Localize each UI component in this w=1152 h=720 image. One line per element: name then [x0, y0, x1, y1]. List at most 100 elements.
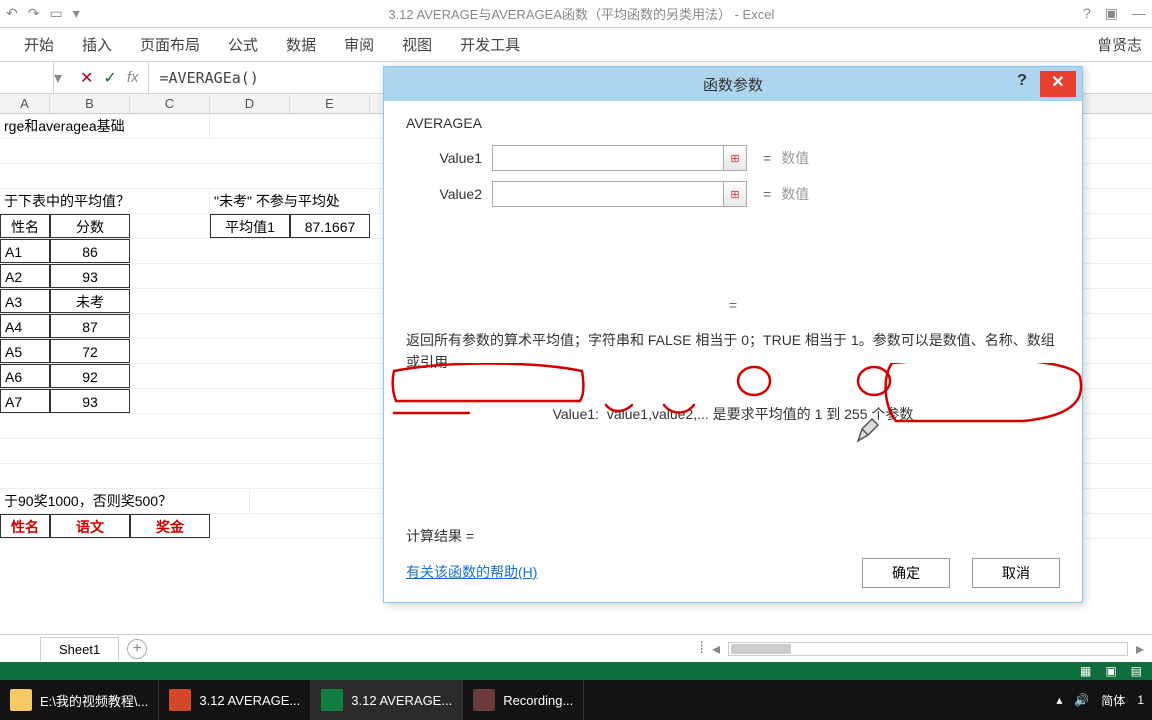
sheet-tab[interactable]: Sheet1 [40, 637, 119, 661]
th[interactable]: 性名 [0, 214, 50, 238]
function-name: AVERAGEA [406, 115, 1060, 131]
annotation-overlay [384, 363, 1084, 435]
taskbar-item-powerpoint[interactable]: 3.12 AVERAGE... [159, 680, 311, 720]
col-d[interactable]: D [210, 94, 290, 113]
ime-language[interactable]: 简体 [1101, 692, 1125, 709]
th[interactable]: 奖金 [130, 514, 210, 538]
cancel-button[interactable]: 取消 [972, 558, 1060, 588]
open-icon[interactable]: ▾ [73, 5, 80, 22]
cell[interactable]: 93 [50, 264, 130, 288]
tray-up-icon[interactable]: ▴ [1056, 693, 1062, 707]
dialog-title: 函数参数 [703, 74, 763, 95]
th[interactable]: 分数 [50, 214, 130, 238]
arg1-refpicker-icon[interactable] [723, 145, 747, 171]
tab-home[interactable]: 开始 [10, 28, 68, 61]
arg1-input[interactable] [492, 145, 724, 171]
tab-pagelayout[interactable]: 页面布局 [126, 28, 214, 61]
ribbon-options-icon[interactable]: ▣ [1105, 5, 1118, 22]
cell-text[interactable]: rge和averagea基础 [0, 114, 210, 138]
tab-data[interactable]: 数据 [272, 28, 330, 61]
cell[interactable]: A5 [0, 339, 50, 363]
cell-text[interactable]: 于90奖1000，否则奖500？ [0, 489, 250, 513]
namebox-dropdown-icon[interactable]: ▾ [54, 68, 70, 88]
cell[interactable]: A6 [0, 364, 50, 388]
cell-text[interactable]: "未考" 不参与平均处 [210, 189, 380, 213]
function-help-link[interactable]: 有关该函数的帮助(H) [406, 562, 537, 582]
tab-review[interactable]: 审阅 [330, 28, 388, 61]
dialog-help-icon[interactable]: ? [1010, 72, 1034, 96]
cell[interactable]: 92 [50, 364, 130, 388]
enter-icon[interactable]: ✓ [103, 68, 116, 88]
dialog-titlebar[interactable]: 函数参数 ? ✕ [384, 67, 1082, 101]
scroll-left-icon[interactable]: ◂ [712, 639, 720, 659]
cell[interactable]: 平均值1 [210, 214, 290, 238]
result-preview-eq: = [406, 297, 1060, 313]
folder-icon [10, 689, 32, 711]
col-c[interactable]: C [130, 94, 210, 113]
clock-time[interactable]: 1 [1137, 693, 1144, 707]
col-e[interactable]: E [290, 94, 370, 113]
scroll-handle-icon[interactable]: ⁞ [699, 640, 703, 658]
tab-view[interactable]: 视图 [388, 28, 446, 61]
window-controls: ? ▣ — [1083, 5, 1146, 22]
eq-sign: = [763, 150, 771, 166]
tab-insert[interactable]: 插入 [68, 28, 126, 61]
arg2-refpicker-icon[interactable] [723, 181, 747, 207]
undo-icon[interactable]: ↶ [6, 5, 18, 22]
fx-icon[interactable]: fx [127, 69, 139, 86]
user-name[interactable]: 曾贤志 [1097, 34, 1142, 55]
ribbon-tabs: 开始 插入 页面布局 公式 数据 审阅 视图 开发工具 曾贤志 [0, 28, 1152, 62]
cell[interactable]: 72 [50, 339, 130, 363]
status-bar: ▦ ▣ ▤ [0, 662, 1152, 680]
function-arguments-dialog: 函数参数 ? ✕ AVERAGEA Value1 = 数值 Value2 = 数… [383, 66, 1083, 603]
col-b[interactable]: B [50, 94, 130, 113]
cell[interactable]: A4 [0, 314, 50, 338]
volume-icon[interactable]: 🔊 [1074, 693, 1089, 707]
col-a[interactable]: A [0, 94, 50, 113]
excel-icon [321, 689, 343, 711]
cell[interactable]: A3 [0, 289, 50, 313]
scroll-right-icon[interactable]: ▸ [1136, 639, 1144, 659]
cell[interactable]: A2 [0, 264, 50, 288]
cell[interactable]: A1 [0, 239, 50, 263]
arg2-input[interactable] [492, 181, 724, 207]
cell[interactable]: A7 [0, 389, 50, 413]
view-normal-icon[interactable]: ▦ [1080, 664, 1091, 678]
sheet-tabs: Sheet1 + ⁞ ◂ ▸ [0, 634, 1152, 662]
name-box[interactable] [0, 62, 54, 93]
cell-text[interactable]: 于下表中的平均值？ [0, 189, 210, 213]
horizontal-scrollbar[interactable] [728, 642, 1128, 656]
th[interactable]: 语文 [50, 514, 130, 538]
cell[interactable]: 86 [50, 239, 130, 263]
arg2-preview: 数值 [781, 184, 809, 204]
cancel-icon[interactable]: ✕ [80, 68, 93, 88]
value1-hint: Value1: value1,value2,... 是要求平均值的 1 到 25… [406, 404, 1060, 424]
cell[interactable]: 93 [50, 389, 130, 413]
add-sheet-icon[interactable]: + [127, 639, 147, 659]
dialog-close-icon[interactable]: ✕ [1040, 71, 1076, 97]
ok-button[interactable]: 确定 [862, 558, 950, 588]
taskbar-item-explorer[interactable]: E:\我的视频教程\... [0, 680, 159, 720]
titlebar: ↶ ↷ ▭ ▾ 3.12 AVERAGE与AVERAGEA函数（平均函数的另类用… [0, 0, 1152, 28]
minimize-icon[interactable]: — [1132, 5, 1146, 22]
cell[interactable]: 87 [50, 314, 130, 338]
powerpoint-icon [169, 689, 191, 711]
recorder-icon [473, 689, 495, 711]
new-file-icon[interactable]: ▭ [49, 5, 62, 22]
taskbar-item-excel[interactable]: 3.12 AVERAGE... [311, 680, 463, 720]
redo-icon[interactable]: ↷ [28, 5, 40, 22]
cell[interactable]: 未考 [50, 289, 130, 313]
view-pagelayout-icon[interactable]: ▣ [1105, 664, 1116, 678]
result-label: 计算结果 = [406, 526, 474, 546]
function-description: 返回所有参数的算术平均值；字符串和 FALSE 相当于 0；TRUE 相当于 1… [406, 329, 1060, 374]
arg1-preview: 数值 [781, 148, 809, 168]
view-pagebreak-icon[interactable]: ▤ [1131, 664, 1142, 678]
help-icon[interactable]: ? [1083, 5, 1091, 22]
tab-developer[interactable]: 开发工具 [446, 28, 534, 61]
cell[interactable]: 87.1667 [290, 214, 370, 238]
th[interactable]: 性名 [0, 514, 50, 538]
tab-formulas[interactable]: 公式 [214, 28, 272, 61]
formula-buttons: ✕ ✓ fx [70, 62, 149, 93]
taskbar: E:\我的视频教程\... 3.12 AVERAGE... 3.12 AVERA… [0, 680, 1152, 720]
taskbar-item-recorder[interactable]: Recording... [463, 680, 584, 720]
